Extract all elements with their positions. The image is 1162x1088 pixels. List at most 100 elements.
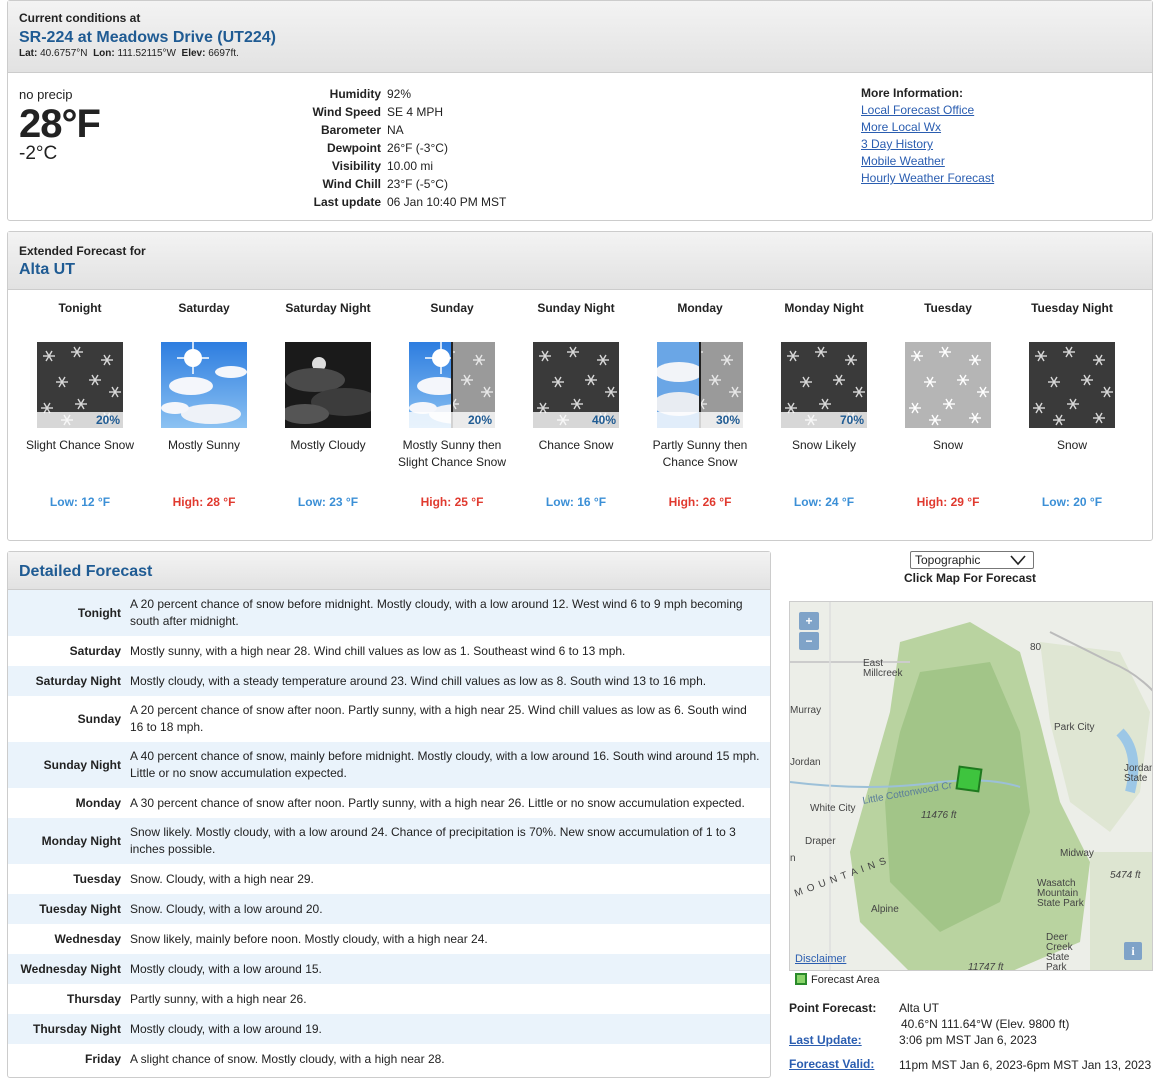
map-label-white-city: White City — [810, 803, 856, 814]
forecast-row: Tonight A 20 percent chance of snow befor… — [8, 590, 770, 636]
snow-dark-icon[interactable]: 70% — [781, 342, 867, 428]
detailed-forecast-table: Tonight A 20 percent chance of snow befor… — [8, 590, 770, 1074]
snow-dark-icon[interactable]: 20% — [37, 342, 123, 428]
extended-forecast-header: Extended Forecast for Alta UT — [8, 232, 1152, 290]
more-info-link[interactable]: Local Forecast Office — [861, 102, 994, 119]
current-conditions-header: Current conditions at SR-224 at Meadows … — [8, 1, 1152, 73]
zoom-in-button[interactable]: + — [799, 612, 819, 630]
disclaimer-link[interactable]: Disclaimer — [795, 953, 846, 965]
sunny-icon[interactable] — [161, 342, 247, 428]
point-forecast-name: Alta UT — [899, 1001, 940, 1015]
map-label-park-city: Park City — [1054, 722, 1095, 733]
forecast-row-period: Wednesday — [54, 932, 121, 946]
detail-key: Dewpoint — [327, 141, 381, 155]
forecast-row-period: Monday Night — [41, 834, 121, 848]
map-type-select[interactable]: Topographic — [910, 551, 1034, 569]
precip-chance: 40% — [533, 412, 619, 428]
map-label-n: n — [790, 853, 796, 864]
forecast-row-text: Mostly cloudy, with a low around 15. — [130, 961, 322, 976]
detail-row: Dewpoint 26°F (-3°C) — [298, 139, 506, 157]
more-info-title: More Information: — [861, 86, 963, 100]
chevron-down-icon — [1008, 553, 1028, 570]
forecast-row-period: Saturday Night — [35, 674, 121, 688]
detail-row: Visibility 10.00 mi — [298, 157, 506, 175]
forecast-period: Saturday Night Mostly Cloudy Low: 23 °F — [266, 290, 390, 509]
more-info-link[interactable]: Mobile Weather — [861, 153, 994, 170]
forecast-valid-link[interactable]: Forecast Valid: — [789, 1057, 874, 1071]
extended-forecast-panel: Extended Forecast for Alta UT Tonight 20%… — [7, 231, 1153, 541]
more-info-link[interactable]: More Local Wx — [861, 119, 994, 136]
forecast-row-text: Snow likely. Mostly cloudy, with a low a… — [130, 825, 736, 856]
forecast-row: Thursday Night Mostly cloudy, with a low … — [8, 1014, 770, 1044]
map-label-road: 80 — [1030, 642, 1042, 653]
forecast-period: Saturday Mostly Sunny High: 28 °F — [142, 290, 266, 509]
forecast-row-text: A 20 percent chance of snow after noon. … — [130, 703, 747, 734]
period-temp: High: 29 °F — [916, 495, 980, 509]
detail-value: 23°F (-5°C) — [387, 177, 448, 191]
period-temp: Low: 24 °F — [793, 495, 855, 509]
temp-f: 28°F — [19, 102, 101, 146]
forecast-area-swatch — [795, 973, 807, 985]
precip-chance: 70% — [781, 412, 867, 428]
forecast-row-period: Tonight — [77, 606, 121, 620]
last-update-value: 3:06 pm MST Jan 6, 2023 — [899, 1033, 1037, 1047]
forecast-map[interactable]: + − East Millcreek Murray Park City Jord… — [789, 601, 1153, 971]
current-temp-summary: no precip 28°F -2°C — [19, 87, 101, 163]
precip-chance: 20% — [37, 412, 123, 428]
forecast-row-period: Tuesday — [73, 872, 121, 886]
period-temp: Low: 12 °F — [49, 495, 111, 509]
forecast-row-text: Mostly cloudy, with a low around 19. — [130, 1021, 322, 1036]
detail-key: Last update — [313, 195, 381, 209]
map-label-wasatch: Wasatch Mountain State Park — [1037, 878, 1084, 909]
snow-dark-icon[interactable] — [1029, 342, 1115, 428]
map-type-value: Topographic — [915, 553, 981, 567]
more-info-link[interactable]: 3 Day History — [861, 136, 994, 153]
map-label-alpine: Alpine — [871, 904, 899, 915]
period-temp: Low: 16 °F — [545, 495, 607, 509]
night-cloudy-icon[interactable] — [285, 342, 371, 428]
forecast-period: Tuesday Snow High: 29 °F — [886, 290, 1010, 509]
forecast-row-period: Friday — [84, 1052, 121, 1066]
snow-dark-icon[interactable]: 40% — [533, 342, 619, 428]
forecast-row: Sunday A 20 percent chance of snow after … — [8, 696, 770, 742]
info-icon[interactable]: i — [1124, 942, 1142, 960]
last-update-link[interactable]: Last Update: — [789, 1033, 862, 1047]
forecast-row: Tuesday Night Snow. Cloudy, with a low ar… — [8, 894, 770, 924]
partly-sunny-then-snow-icon[interactable]: 30% — [657, 342, 743, 428]
period-temp: Low: 23 °F — [297, 495, 359, 509]
forecast-period: Tonight 20% Slight Chance Snow Low: 12 °F — [18, 290, 142, 509]
map-label-midway: Midway — [1060, 848, 1094, 859]
forecast-period: Tuesday Night Snow Low: 20 °F — [1010, 290, 1134, 509]
forecast-row: Tuesday Snow. Cloudy, with a high near 29… — [8, 864, 770, 894]
map-label-jordan-state: Jordan State — [1124, 763, 1153, 784]
zoom-out-button[interactable]: − — [799, 632, 819, 650]
forecast-row-text: A 20 percent chance of snow before midni… — [130, 597, 743, 628]
detail-key: Wind Chill — [322, 177, 381, 191]
period-description: Mostly Sunny then Slight Chance Snow — [397, 438, 507, 469]
period-name: Monday Night — [784, 301, 864, 315]
period-name: Monday — [677, 301, 723, 315]
detail-key: Barometer — [320, 123, 381, 137]
period-description: Slight Chance Snow — [25, 438, 135, 452]
sun-then-snow-icon[interactable]: 20% — [409, 342, 495, 428]
map-terrain — [790, 602, 1152, 970]
more-info-link[interactable]: Hourly Weather Forecast — [861, 170, 994, 187]
forecast-row-text: A 40 percent chance of snow, mainly befo… — [130, 749, 760, 780]
point-forecast-coords: 40.6°N 111.64°W (Elev. 9800 ft) — [901, 1017, 1070, 1031]
more-information: More Information: Local Forecast Office M… — [861, 85, 994, 187]
forecast-row-text: Partly sunny, with a high near 26. — [130, 991, 307, 1006]
forecast-row-period: Sunday Night — [43, 758, 121, 772]
period-name: Tonight — [58, 301, 102, 315]
forecast-row-text: A 30 percent chance of snow after noon. … — [130, 795, 745, 810]
period-description: Snow — [1056, 438, 1088, 452]
forecast-row: Saturday Mostly sunny, with a high near 2… — [8, 636, 770, 666]
detail-value: NA — [387, 123, 404, 137]
forecast-row: Friday A slight chance of snow. Mostly cl… — [8, 1044, 770, 1074]
forecast-row: Thursday Partly sunny, with a high near 2… — [8, 984, 770, 1014]
snow-light-icon[interactable] — [905, 342, 991, 428]
map-title: Click Map For Forecast — [904, 571, 1037, 585]
forecast-row: Wednesday Snow likely, mainly before noon… — [8, 924, 770, 954]
map-label-draper: Draper — [805, 836, 836, 847]
forecast-row-period: Monday — [75, 796, 121, 810]
map-label-elevation-3: 11747 ft — [968, 962, 1004, 971]
